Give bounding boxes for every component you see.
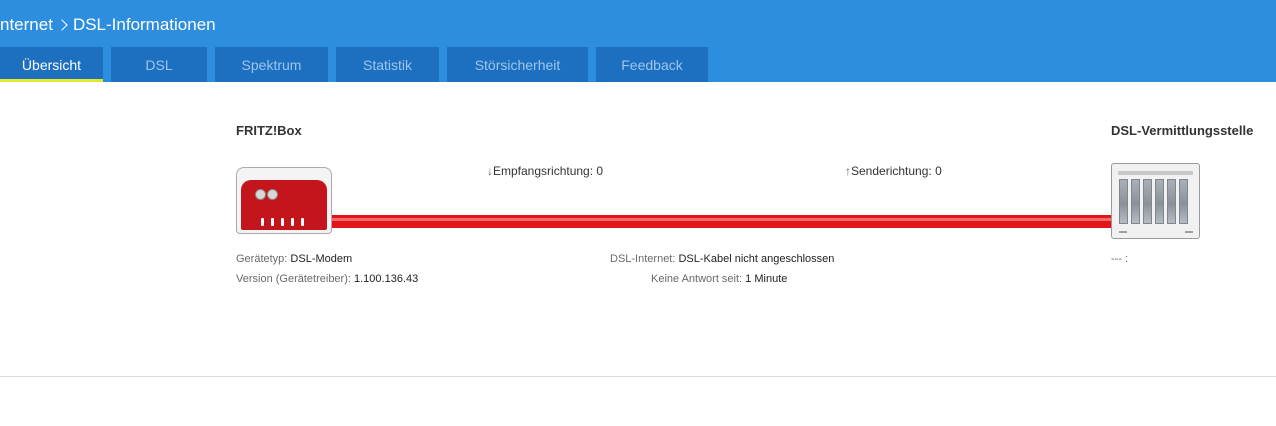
tab-label: Störsicherheit: [474, 56, 561, 73]
chevron-right-icon: [55, 16, 71, 34]
router-led-icon: [255, 189, 266, 200]
exchange-card: [1179, 179, 1188, 224]
router-port-icon: [301, 218, 304, 226]
fritzbox-router-icon: [236, 167, 332, 234]
tab-uebersicht[interactable]: Übersicht: [0, 47, 103, 82]
exchange-info: --- :: [1111, 253, 1128, 265]
dsl-cable: [330, 215, 1113, 228]
device-type-label: Gerätetyp:: [236, 253, 288, 265]
exchange-card: [1167, 179, 1176, 224]
device-type-row: Gerätetyp: DSL-Modem: [236, 253, 352, 265]
breadcrumb-current: DSL-Informationen: [72, 14, 216, 34]
router-port-icon: [281, 218, 284, 226]
downstream-label: Empfangsrichtung:: [493, 164, 594, 178]
breadcrumb-parent-link[interactable]: nternet: [0, 15, 53, 35]
no-response-label: Keine Antwort seit:: [651, 273, 743, 285]
version-label: Version (Gerätetreiber):: [236, 273, 351, 285]
router-port-icon: [291, 218, 294, 226]
device-type-value: DSL-Modem: [290, 253, 353, 265]
divider: [0, 376, 1276, 377]
tab-statistik[interactable]: Statistik: [336, 47, 439, 82]
router-body: [241, 180, 327, 230]
exchange-top-strip: [1118, 171, 1193, 175]
fritzbox-title: FRITZ!Box: [236, 123, 302, 138]
exchange-card: [1119, 179, 1128, 224]
tab-label: Feedback: [621, 56, 683, 73]
downstream-info: ↓Empfangsrichtung: 0: [487, 164, 603, 178]
tab-label: DSL: [145, 56, 173, 73]
tab-spektrum[interactable]: Spektrum: [215, 47, 328, 82]
version-row: Version (Gerätetreiber): 1.100.136.43: [236, 273, 418, 285]
exchange-card: [1131, 179, 1140, 224]
upstream-label: Senderichtung:: [851, 164, 932, 178]
dsl-internet-row: DSL-Internet: DSL-Kabel nicht angeschlos…: [610, 253, 834, 265]
tab-label: Übersicht: [21, 56, 82, 73]
router-port-icon: [261, 218, 264, 226]
tab-feedback[interactable]: Feedback: [596, 47, 708, 82]
exchange-card: [1155, 179, 1164, 224]
header-bar: nternet DSL-Informationen Übersicht DSL S…: [0, 0, 1276, 82]
version-value: 1.100.136.43: [354, 273, 419, 285]
exchange-tick: [1119, 231, 1127, 233]
dsl-exchange-icon: [1111, 163, 1200, 239]
upstream-info: ↑Senderichtung: 0: [845, 164, 942, 178]
no-response-row: Keine Antwort seit: 1 Minute: [651, 273, 787, 285]
dsl-internet-value: DSL-Kabel nicht angeschlossen: [678, 253, 835, 265]
exchange-card: [1143, 179, 1152, 224]
tab-dsl[interactable]: DSL: [111, 47, 207, 82]
dsl-internet-label: DSL-Internet:: [610, 253, 676, 265]
tab-stoersicherheit[interactable]: Störsicherheit: [447, 47, 588, 82]
tab-label: Spektrum: [241, 56, 302, 73]
router-led-icon: [267, 189, 278, 200]
downstream-value: 0: [596, 164, 604, 178]
no-response-value: 1 Minute: [745, 273, 788, 285]
upstream-value: 0: [935, 164, 942, 178]
exchange-tick: [1185, 231, 1193, 233]
exchange-info-text: --- :: [1111, 253, 1129, 265]
exchange-title: DSL-Vermittlungsstelle: [1111, 123, 1254, 138]
tab-label: Statistik: [362, 56, 412, 73]
router-port-icon: [271, 218, 274, 226]
breadcrumb: nternet DSL-Informationen: [0, 14, 216, 36]
